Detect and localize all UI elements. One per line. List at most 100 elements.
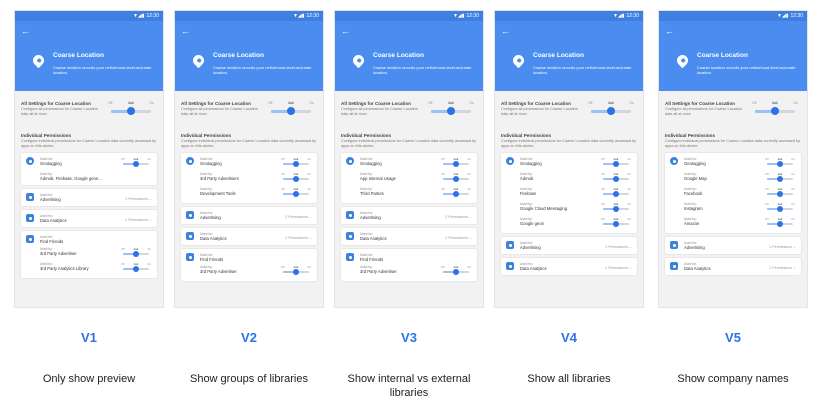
toggle-option-off[interactable]: Off xyxy=(765,202,769,206)
permission-card[interactable]: Used for: Data Analytics 2 Permissions xyxy=(21,210,157,227)
toggle-option-off[interactable]: Off xyxy=(601,217,605,221)
toggle-knob[interactable] xyxy=(453,269,459,275)
permission-toggle[interactable]: Off Ask On xyxy=(120,262,152,274)
toggle-option-on[interactable]: On xyxy=(627,157,631,161)
toggle-knob[interactable] xyxy=(453,161,459,167)
toggle-knob[interactable] xyxy=(287,107,295,115)
permission-toggle[interactable]: Off Ask On xyxy=(280,157,312,169)
permission-toggle[interactable]: Off Ask On xyxy=(440,265,472,277)
toggle-option-on[interactable]: On xyxy=(469,101,474,105)
toggle-knob[interactable] xyxy=(777,161,783,167)
all-settings-toggle[interactable]: Off Ask On xyxy=(105,101,157,121)
permission-toggle[interactable]: Off Ask On xyxy=(764,187,796,199)
permission-card[interactable]: Used for: Advertising 2 Permissions xyxy=(341,207,477,224)
toggle-option-on[interactable]: On xyxy=(309,101,314,105)
toggle-option-on[interactable]: On xyxy=(307,187,311,191)
toggle-knob[interactable] xyxy=(293,269,299,275)
permission-card[interactable]: Used for: Data Analytics 2 Permissions xyxy=(501,258,637,275)
permission-toggle[interactable]: Off Ask On xyxy=(764,157,796,169)
toggle-option-off[interactable]: Off xyxy=(441,157,445,161)
permission-card[interactable]: Used for: Data Analytics 2 Permissions xyxy=(181,228,317,245)
toggle-knob[interactable] xyxy=(447,107,455,115)
toggle-option-on[interactable]: On xyxy=(147,247,151,251)
permission-card[interactable]: Used for: Geotagging Off Ask On Used by: 3rd P… xyxy=(181,153,317,203)
permission-toggle[interactable]: Off Ask On xyxy=(440,187,472,199)
permissions-count-dropdown[interactable]: 2 Permissions xyxy=(445,236,472,240)
permission-toggle[interactable]: Off Ask On xyxy=(280,187,312,199)
permission-card[interactable]: Used for: Find Friends Used by: 3rd Party A… xyxy=(341,249,477,281)
permission-card[interactable]: Used for: Geotagging Off Ask On Used by: Googl… xyxy=(665,153,801,233)
permission-card[interactable]: Used for: Find Friends Used by: 3rd Party A… xyxy=(181,249,317,281)
toggle-option-on[interactable]: On xyxy=(627,217,631,221)
back-arrow-icon[interactable]: ← xyxy=(501,27,510,36)
toggle-knob[interactable] xyxy=(777,176,783,182)
toggle-option-off[interactable]: Off xyxy=(765,172,769,176)
toggle-knob[interactable] xyxy=(777,221,783,227)
toggle-option-ask[interactable]: Ask xyxy=(288,101,294,105)
all-settings-toggle[interactable]: Off Ask On xyxy=(425,101,477,121)
permission-toggle[interactable]: Off Ask On xyxy=(280,265,312,277)
toggle-option-on[interactable]: On xyxy=(149,101,154,105)
toggle-option-on[interactable]: On xyxy=(791,187,795,191)
permission-card[interactable]: Used for: Data Analytics 2 Permissions xyxy=(665,258,801,275)
toggle-option-off[interactable]: Off xyxy=(601,202,605,206)
permission-toggle[interactable]: Off Ask On xyxy=(440,157,472,169)
toggle-knob[interactable] xyxy=(293,176,299,182)
permission-toggle[interactable]: Off Ask On xyxy=(764,202,796,214)
toggle-option-ask[interactable]: Ask xyxy=(608,101,614,105)
toggle-option-off[interactable]: Off xyxy=(281,265,285,269)
toggle-knob[interactable] xyxy=(613,161,619,167)
toggle-option-on[interactable]: On xyxy=(147,157,151,161)
permissions-count-dropdown[interactable]: 2 Permissions xyxy=(605,266,632,270)
permission-card[interactable]: Used for: Advertising 2 Permissions xyxy=(21,189,157,206)
all-settings-toggle[interactable]: Off Ask On xyxy=(749,101,801,121)
permission-toggle[interactable]: Off Ask On xyxy=(120,247,152,259)
permission-toggle[interactable]: Off Ask On xyxy=(120,157,152,169)
toggle-option-off[interactable]: Off xyxy=(441,265,445,269)
permission-card[interactable]: Used for: Advertising 2 Permissions xyxy=(501,237,637,254)
toggle-option-on[interactable]: On xyxy=(467,172,471,176)
toggle-option-ask[interactable]: Ask xyxy=(128,101,134,105)
permission-toggle[interactable]: Off Ask On xyxy=(440,172,472,184)
toggle-knob[interactable] xyxy=(293,191,299,197)
permission-card[interactable]: Used for: Geotagging Off Ask On Used by: Admob… xyxy=(21,153,157,185)
permissions-count-dropdown[interactable]: 2 Permissions xyxy=(769,245,796,249)
toggle-option-off[interactable]: Off xyxy=(765,157,769,161)
toggle-option-off[interactable]: Off xyxy=(752,101,756,105)
toggle-knob[interactable] xyxy=(293,161,299,167)
permission-toggle[interactable]: Off Ask On xyxy=(600,157,632,169)
toggle-option-off[interactable]: Off xyxy=(281,187,285,191)
back-arrow-icon[interactable]: ← xyxy=(21,27,30,36)
permissions-count-dropdown[interactable]: 2 Permissions xyxy=(285,215,312,219)
toggle-option-on[interactable]: On xyxy=(307,172,311,176)
back-arrow-icon[interactable]: ← xyxy=(665,27,674,36)
toggle-option-on[interactable]: On xyxy=(791,202,795,206)
toggle-option-on[interactable]: On xyxy=(467,157,471,161)
toggle-option-off[interactable]: Off xyxy=(441,172,445,176)
toggle-option-on[interactable]: On xyxy=(791,172,795,176)
all-settings-toggle[interactable]: Off Ask On xyxy=(585,101,637,121)
toggle-option-on[interactable]: On xyxy=(629,101,634,105)
permission-toggle[interactable]: Off Ask On xyxy=(600,217,632,229)
toggle-option-off[interactable]: Off xyxy=(121,262,125,266)
toggle-option-on[interactable]: On xyxy=(147,262,151,266)
toggle-option-on[interactable]: On xyxy=(467,265,471,269)
toggle-knob[interactable] xyxy=(133,266,139,272)
toggle-option-off[interactable]: Off xyxy=(281,172,285,176)
toggle-option-off[interactable]: Off xyxy=(108,101,112,105)
toggle-knob[interactable] xyxy=(771,107,779,115)
toggle-knob[interactable] xyxy=(133,161,139,167)
toggle-knob[interactable] xyxy=(133,251,139,257)
toggle-knob[interactable] xyxy=(613,206,619,212)
toggle-option-off[interactable]: Off xyxy=(765,187,769,191)
permission-card[interactable]: Used for: Data Analytics 2 Permissions xyxy=(341,228,477,245)
toggle-option-off[interactable]: Off xyxy=(281,157,285,161)
toggle-knob[interactable] xyxy=(453,191,459,197)
toggle-knob[interactable] xyxy=(777,191,783,197)
permissions-count-dropdown[interactable]: 2 Permissions xyxy=(605,245,632,249)
permissions-count-dropdown[interactable]: 2 Permissions xyxy=(445,215,472,219)
toggle-knob[interactable] xyxy=(453,176,459,182)
toggle-option-off[interactable]: Off xyxy=(601,187,605,191)
toggle-option-on[interactable]: On xyxy=(791,217,795,221)
permission-card[interactable]: Used for: Advertising 2 Permissions xyxy=(665,237,801,254)
